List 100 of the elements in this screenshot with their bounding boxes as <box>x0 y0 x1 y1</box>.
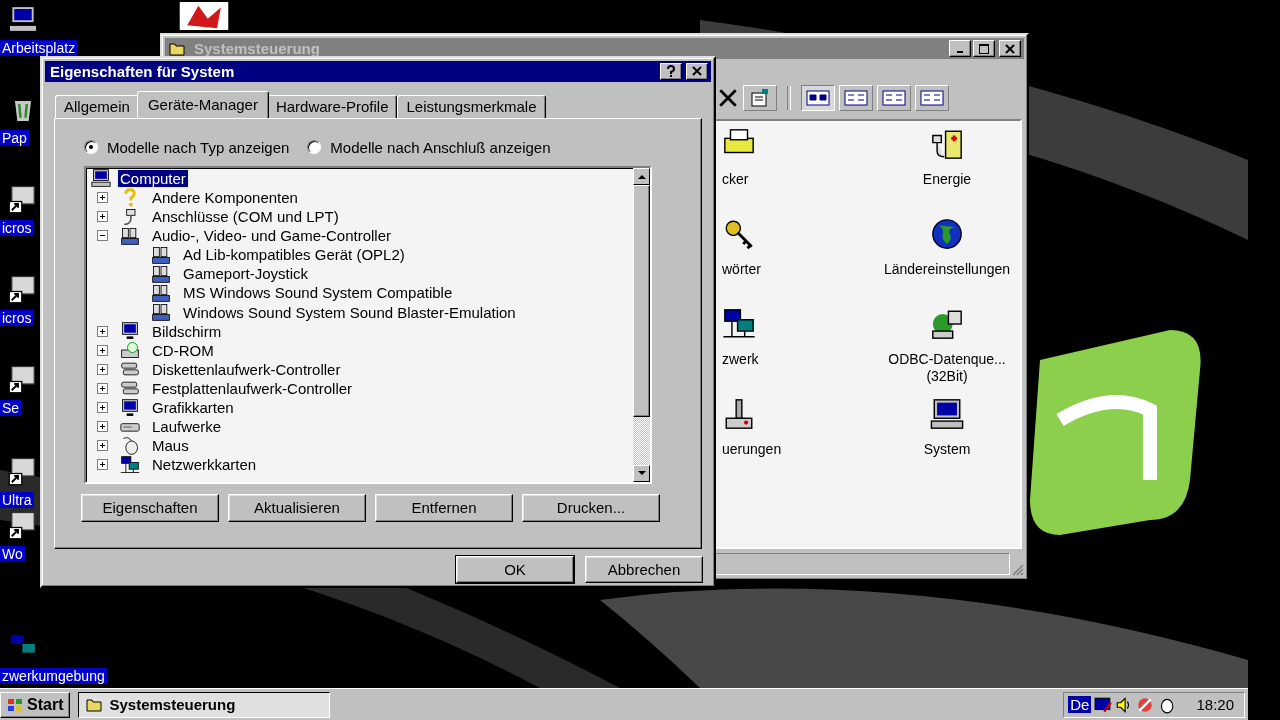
delete-icon[interactable] <box>717 87 739 109</box>
control-panel-item-label[interactable]: Energie <box>922 171 972 188</box>
tab[interactable]: Geräte-Manager <box>136 90 269 118</box>
up-arrow-icon <box>637 173 646 179</box>
devices-group-icon <box>150 282 172 303</box>
expand-toggle[interactable] <box>96 459 108 471</box>
close-icon <box>692 66 702 77</box>
control-panel-item-label[interactable]: uerungen <box>722 441 782 458</box>
shortcut-icon[interactable] <box>8 184 38 214</box>
close-button[interactable] <box>999 40 1021 57</box>
computer-icon[interactable] <box>930 397 964 431</box>
expand-toggle[interactable] <box>96 325 108 337</box>
desktop-icon-label[interactable]: zwerkumgebung <box>0 668 107 684</box>
radio-button[interactable] <box>307 140 322 155</box>
window-title: Systemsteuerung <box>194 40 320 57</box>
tab[interactable]: Hardware-Profile <box>266 94 398 118</box>
plus-icon <box>97 383 107 393</box>
tree-item[interactable]: Laufwerke <box>150 418 224 436</box>
tree-item[interactable]: Anschlüsse (COM und LPT) <box>150 208 341 226</box>
start-button[interactable]: Start <box>0 691 71 718</box>
scrollbar[interactable] <box>633 167 650 482</box>
resize-grip-icon[interactable] <box>1012 564 1024 576</box>
tree-item[interactable]: Ad Lib-kompatibles Gerät (OPL2) <box>181 246 407 264</box>
app-icon[interactable] <box>178 2 230 30</box>
radio-button[interactable] <box>84 140 98 155</box>
view-icon <box>920 90 944 106</box>
shortcut-icon[interactable] <box>8 456 38 486</box>
expand-toggle[interactable] <box>96 344 108 356</box>
control-panel-item-label[interactable]: wörter <box>722 261 761 278</box>
tab[interactable]: Allgemein <box>55 94 139 118</box>
computer-icon[interactable] <box>8 4 38 34</box>
desktop-icon-label[interactable]: Ultra <box>0 492 34 508</box>
plus-icon <box>97 403 107 413</box>
computer-icon <box>90 168 112 189</box>
tree-item[interactable]: Computer <box>118 169 188 187</box>
expand-toggle[interactable] <box>96 230 108 242</box>
desktop-icon-label[interactable]: icros <box>0 220 34 236</box>
folder-icon <box>85 696 104 713</box>
plus-icon <box>97 212 107 222</box>
radio-label[interactable]: Modelle nach Anschluß anzeigen <box>330 138 551 156</box>
monitor-icon <box>119 397 141 418</box>
minimize-button[interactable] <box>949 40 971 57</box>
expand-toggle[interactable] <box>96 421 108 433</box>
shortcut-icon[interactable] <box>8 364 38 394</box>
action-button[interactable]: Eigenschaften <box>81 493 219 522</box>
control-panel-item-label[interactable]: ODBC-Datenque... (32Bit) <box>867 351 1020 385</box>
control-panel-item-label[interactable]: cker <box>722 171 749 188</box>
properties-button[interactable] <box>743 85 777 111</box>
shortcut-icon[interactable] <box>8 274 38 304</box>
devices-group-icon <box>119 225 141 246</box>
tree-item[interactable]: Netzwerkkarten <box>150 456 259 474</box>
desktop-icon-label[interactable]: Arbeitsplatz <box>0 40 78 56</box>
scroll-thumb[interactable] <box>633 184 650 417</box>
monitor-icon[interactable] <box>1094 695 1113 714</box>
expand-toggle[interactable] <box>96 192 108 203</box>
tree-item[interactable]: Grafikkarten <box>150 399 236 417</box>
tab[interactable]: Leistungsmerkmale <box>397 94 546 118</box>
close-button[interactable] <box>686 62 708 80</box>
desktop-icon-label[interactable]: icros <box>0 310 34 326</box>
radio-label[interactable]: Modelle nach Typ anzeigen <box>107 138 290 156</box>
action-button[interactable]: Drucken... <box>522 493 660 522</box>
shortcut-icon[interactable] <box>8 510 38 540</box>
window-title: Eigenschaften für System <box>49 62 235 80</box>
view-button[interactable] <box>801 85 835 111</box>
tree-item[interactable]: Bildschirm <box>150 322 224 340</box>
minimize-icon <box>957 51 963 53</box>
dialog-button[interactable]: OK <box>456 556 574 583</box>
tree-item[interactable]: Diskettenlaufwerk-Controller <box>150 360 343 378</box>
tree-item[interactable]: Audio-, Video- und Game-Controller <box>150 227 393 245</box>
desktop-icon-label[interactable]: Wo <box>0 546 25 562</box>
tree-item[interactable]: CD-ROM <box>150 341 216 359</box>
scroll-up-button[interactable] <box>633 167 650 185</box>
tree-item[interactable]: Andere Komponenten <box>150 189 300 206</box>
expand-toggle[interactable] <box>96 382 108 394</box>
desktop-icon-label[interactable]: Pap <box>0 130 29 146</box>
control-panel-item-label[interactable]: zwerk <box>722 351 759 368</box>
tree-item[interactable]: Gameport-Joystick <box>181 265 311 283</box>
expand-toggle[interactable] <box>96 440 108 452</box>
control-panel-item-label[interactable]: System <box>923 441 971 458</box>
tree-item[interactable]: Windows Sound System Sound Blaster-Emulation <box>181 303 518 321</box>
taskbar-button[interactable]: Systemsteuerung <box>78 691 331 718</box>
devices-group-icon <box>150 302 172 323</box>
help-button[interactable] <box>660 62 682 80</box>
language-indicator[interactable]: De <box>1068 696 1092 713</box>
action-button[interactable]: Aktualisieren <box>228 493 366 522</box>
maximize-button[interactable] <box>973 40 995 57</box>
expand-toggle[interactable] <box>96 402 108 414</box>
plus-icon <box>97 345 107 355</box>
control-panel-item-label[interactable]: Ländereinstellungen <box>883 261 1011 278</box>
action-button[interactable]: Entfernen <box>375 493 513 522</box>
tree-item[interactable]: MS Windows Sound System Compatible <box>181 284 455 302</box>
globe-icon[interactable] <box>930 217 964 251</box>
view-icon <box>882 90 906 106</box>
tree-item[interactable]: Festplattenlaufwerk-Controller <box>150 379 355 397</box>
dialog-button[interactable]: Abbrechen <box>585 556 703 583</box>
flag-icon <box>7 697 23 712</box>
tree-item[interactable]: Maus <box>150 437 191 455</box>
expand-toggle[interactable] <box>96 363 108 375</box>
expand-toggle[interactable] <box>96 211 108 223</box>
desktop-icon-label[interactable]: Se <box>0 400 22 416</box>
